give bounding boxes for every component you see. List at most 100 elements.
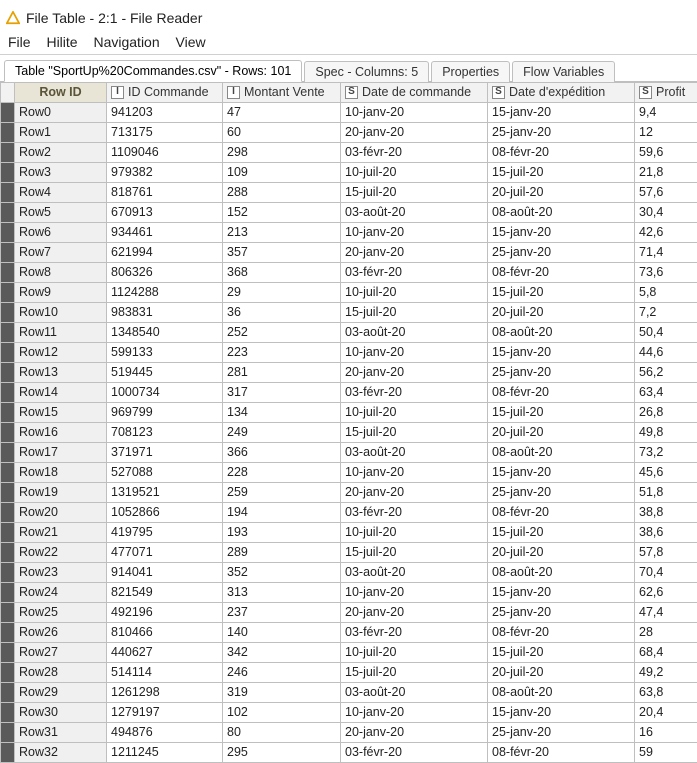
menu-hilite[interactable]: Hilite <box>46 34 77 50</box>
row-handle[interactable] <box>1 463 15 483</box>
data-cell: 713175 <box>107 123 223 143</box>
header-col-3[interactable]: SDate d'expédition <box>488 83 635 103</box>
row-handle[interactable] <box>1 543 15 563</box>
row-handle[interactable] <box>1 283 15 303</box>
row-handle[interactable] <box>1 423 15 443</box>
row-handle[interactable] <box>1 683 15 703</box>
table-row[interactable]: Row20105286619403-févr-2008-févr-2038,8 <box>1 503 697 523</box>
row-handle[interactable] <box>1 603 15 623</box>
table-row[interactable]: Row19131952125920-janv-2025-janv-2051,8 <box>1 483 697 503</box>
data-cell: 941203 <box>107 103 223 123</box>
table-row[interactable]: Row314948768020-janv-2025-janv-2016 <box>1 723 697 743</box>
table-row[interactable]: Row2247707128915-juil-2020-juil-2057,8 <box>1 543 697 563</box>
table-row[interactable]: Row762199435720-janv-2025-janv-2071,4 <box>1 243 697 263</box>
table-row[interactable]: Row29126129831903-août-2008-août-2063,8 <box>1 683 697 703</box>
row-handle[interactable] <box>1 303 15 323</box>
row-handle[interactable] <box>1 503 15 523</box>
table-row[interactable]: Row2110904629803-févr-2008-févr-2059,6 <box>1 143 697 163</box>
row-handle[interactable] <box>1 523 15 543</box>
data-cell: 1261298 <box>107 683 223 703</box>
tab-properties[interactable]: Properties <box>431 61 510 82</box>
row-handle[interactable] <box>1 343 15 363</box>
data-cell: 228 <box>223 463 341 483</box>
table-row[interactable]: Row2482154931310-janv-2015-janv-2062,6 <box>1 583 697 603</box>
row-handle[interactable] <box>1 743 15 763</box>
table-row[interactable]: Row1259913322310-janv-2015-janv-2044,6 <box>1 343 697 363</box>
row-handle[interactable] <box>1 103 15 123</box>
table-row[interactable]: Row1351944528120-janv-2025-janv-2056,2 <box>1 363 697 383</box>
table-row[interactable]: Row911242882910-juil-2015-juil-205,8 <box>1 283 697 303</box>
row-id-cell: Row11 <box>15 323 107 343</box>
row-id-cell: Row6 <box>15 223 107 243</box>
row-handle[interactable] <box>1 443 15 463</box>
table-row[interactable]: Row2744062734210-juil-2015-juil-2068,4 <box>1 643 697 663</box>
table-row[interactable]: Row30127919710210-janv-2015-janv-2020,4 <box>1 703 697 723</box>
table-row[interactable]: Row1670812324915-juil-2020-juil-2049,8 <box>1 423 697 443</box>
row-handle[interactable] <box>1 563 15 583</box>
table-row[interactable]: Row11134854025203-août-2008-août-2050,4 <box>1 323 697 343</box>
table-row[interactable]: Row32121124529503-févr-2008-févr-2059 <box>1 743 697 763</box>
row-handle[interactable] <box>1 643 15 663</box>
table-row[interactable]: Row2141979519310-juil-2015-juil-2038,6 <box>1 523 697 543</box>
data-cell: 259 <box>223 483 341 503</box>
row-handle[interactable] <box>1 703 15 723</box>
table-row[interactable]: Row09412034710-janv-2015-janv-209,4 <box>1 103 697 123</box>
row-id-cell: Row12 <box>15 343 107 363</box>
table-row[interactable]: Row693446121310-janv-2015-janv-2042,6 <box>1 223 697 243</box>
table-row[interactable]: Row2681046614003-févr-2008-févr-2028 <box>1 623 697 643</box>
data-cell: 50,4 <box>635 323 697 343</box>
table-row[interactable]: Row567091315203-août-2008-août-2030,4 <box>1 203 697 223</box>
table-row[interactable]: Row2549219623720-janv-2025-janv-2047,4 <box>1 603 697 623</box>
row-handle[interactable] <box>1 123 15 143</box>
row-handle[interactable] <box>1 243 15 263</box>
data-cell: 10-janv-20 <box>341 223 488 243</box>
header-col-1[interactable]: IMontant Vente <box>223 83 341 103</box>
row-handle[interactable] <box>1 223 15 243</box>
header-col-4[interactable]: SProfit <box>635 83 697 103</box>
data-cell: 10-janv-20 <box>341 703 488 723</box>
table-row[interactable]: Row2391404135203-août-2008-août-2070,4 <box>1 563 697 583</box>
data-cell: 20-janv-20 <box>341 723 488 743</box>
table-row[interactable]: Row17131756020-janv-2025-janv-2012 <box>1 123 697 143</box>
menu-navigation[interactable]: Navigation <box>93 34 159 50</box>
table-row[interactable]: Row14100073431703-févr-2008-févr-2063,4 <box>1 383 697 403</box>
table-row[interactable]: Row880632636803-févr-2008-févr-2073,6 <box>1 263 697 283</box>
table-row[interactable]: Row109838313615-juil-2020-juil-207,2 <box>1 303 697 323</box>
header-rowid[interactable]: Row ID <box>15 83 107 103</box>
data-cell: 15-juil-20 <box>488 523 635 543</box>
data-cell: 9,4 <box>635 103 697 123</box>
row-handle[interactable] <box>1 183 15 203</box>
row-handle[interactable] <box>1 623 15 643</box>
data-cell: 08-août-20 <box>488 443 635 463</box>
table-row[interactable]: Row481876128815-juil-2020-juil-2057,6 <box>1 183 697 203</box>
table-row[interactable]: Row1596979913410-juil-2015-juil-2026,8 <box>1 403 697 423</box>
row-handle[interactable] <box>1 323 15 343</box>
data-cell: 25-janv-20 <box>488 723 635 743</box>
row-handle[interactable] <box>1 363 15 383</box>
row-handle[interactable] <box>1 723 15 743</box>
row-handle[interactable] <box>1 403 15 423</box>
tab-spec[interactable]: Spec - Columns: 5 <box>304 61 429 82</box>
table-row[interactable]: Row1737197136603-août-2008-août-2073,2 <box>1 443 697 463</box>
data-cell: 08-févr-20 <box>488 623 635 643</box>
tab-flowvars[interactable]: Flow Variables <box>512 61 615 82</box>
menu-file[interactable]: File <box>8 34 31 50</box>
row-handle[interactable] <box>1 383 15 403</box>
row-handle[interactable] <box>1 583 15 603</box>
row-handle[interactable] <box>1 203 15 223</box>
data-cell: 26,8 <box>635 403 697 423</box>
row-handle[interactable] <box>1 663 15 683</box>
table-row[interactable]: Row1852708822810-janv-2015-janv-2045,6 <box>1 463 697 483</box>
row-handle[interactable] <box>1 483 15 503</box>
header-col-2[interactable]: SDate de commande <box>341 83 488 103</box>
row-handle[interactable] <box>1 163 15 183</box>
menu-view[interactable]: View <box>176 34 206 50</box>
table-row[interactable]: Row397938210910-juil-2015-juil-2021,8 <box>1 163 697 183</box>
table-row[interactable]: Row2851411424615-juil-2020-juil-2049,2 <box>1 663 697 683</box>
tab-table[interactable]: Table "SportUp%20Commandes.csv" - Rows: … <box>4 60 302 82</box>
row-handle[interactable] <box>1 263 15 283</box>
data-cell: 71,4 <box>635 243 697 263</box>
row-handle[interactable] <box>1 143 15 163</box>
header-col-0[interactable]: IID Commande <box>107 83 223 103</box>
data-cell: 63,8 <box>635 683 697 703</box>
